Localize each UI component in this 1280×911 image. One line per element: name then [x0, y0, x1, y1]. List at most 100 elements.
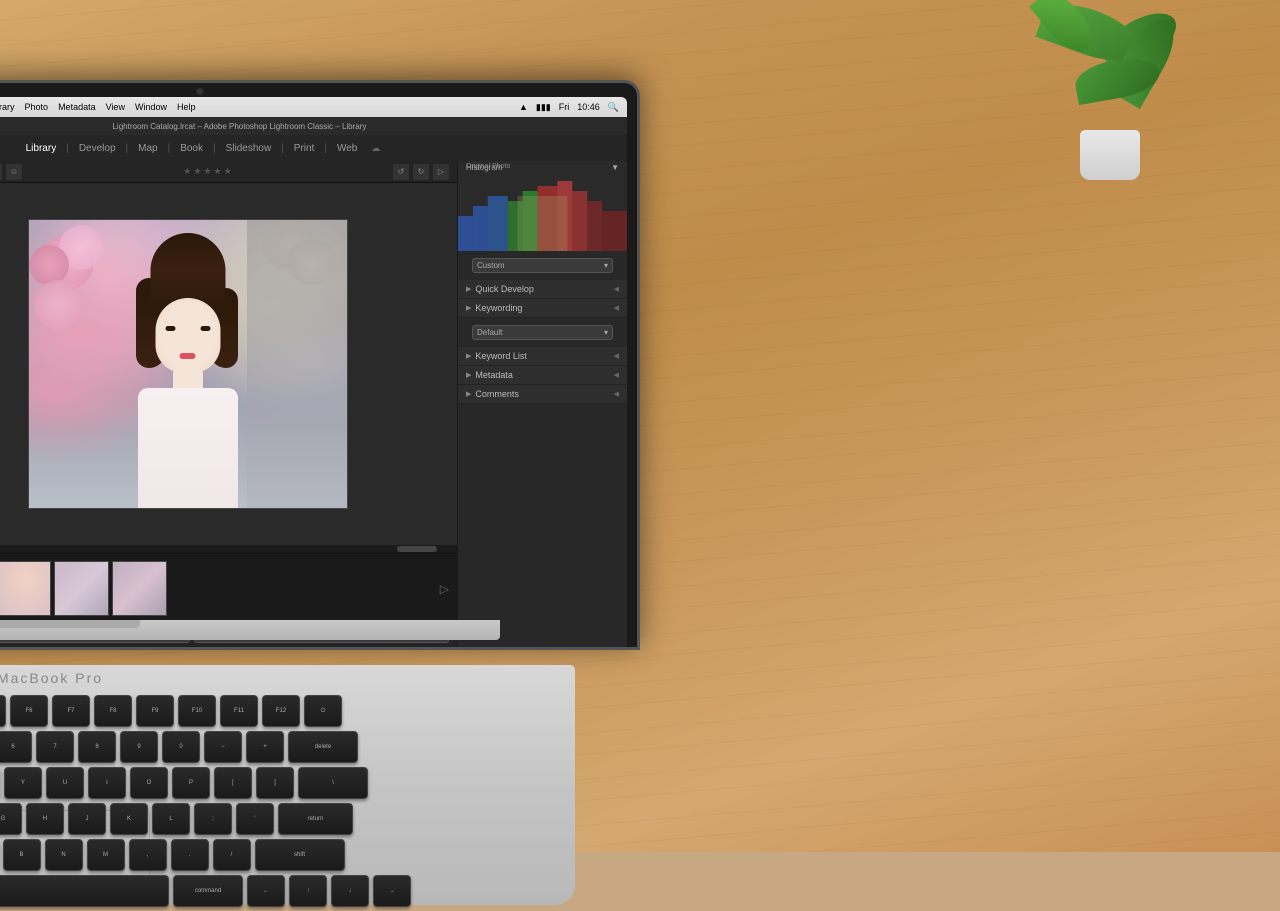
histogram-bars	[458, 181, 627, 251]
key-f11[interactable]: F11	[220, 695, 258, 727]
star-4[interactable]: ★	[214, 166, 222, 177]
star-1[interactable]: ★	[183, 166, 191, 177]
module-print[interactable]: Print	[288, 141, 321, 156]
metadata-row[interactable]: Metadata ◀	[458, 366, 627, 385]
macbook: 🍎 Lightroom Classic File Edit Library Ph…	[0, 50, 640, 852]
module-library[interactable]: Library	[20, 141, 63, 156]
key-row-qwerty: tab Q W E R T Y U I O P [ ] \	[0, 767, 525, 799]
key-command-right[interactable]: command	[173, 875, 243, 907]
key-0[interactable]: 0	[162, 731, 200, 763]
module-web[interactable]: Web	[331, 141, 363, 156]
filmstrip-thumb-2[interactable]	[0, 561, 51, 616]
key-p[interactable]: P	[172, 767, 210, 799]
key-backslash[interactable]: \	[298, 767, 368, 799]
photo-area	[0, 183, 457, 545]
left-eye	[165, 326, 175, 331]
scrollbar-thumb[interactable]	[397, 546, 437, 552]
key-row-asdf: caps lock A S D F G H J K L ; ' return	[0, 803, 525, 835]
key-l[interactable]: L	[152, 803, 190, 835]
default-selector[interactable]: Default ▾	[472, 325, 613, 340]
module-map[interactable]: Map	[132, 141, 163, 156]
custom-selector[interactable]: Custom ▾	[472, 258, 613, 273]
menu-window[interactable]: Window	[135, 102, 167, 113]
key-9[interactable]: 9	[120, 731, 158, 763]
filmstrip-thumb-4[interactable]	[112, 561, 167, 616]
filmstrip-thumb-3[interactable]	[54, 561, 109, 616]
histogram-arrow[interactable]: ▼	[611, 163, 619, 172]
key-quote[interactable]: '	[236, 803, 274, 835]
key-lbracket[interactable]: [	[214, 767, 252, 799]
key-minus[interactable]: −	[204, 731, 242, 763]
star-2[interactable]: ★	[193, 166, 201, 177]
key-u[interactable]: U	[46, 767, 84, 799]
leaf-5	[1072, 53, 1162, 105]
key-f7[interactable]: F7	[52, 695, 90, 727]
key-right-arrow[interactable]: →	[373, 875, 411, 907]
key-left-arrow[interactable]: ←	[247, 875, 285, 907]
lips	[180, 353, 196, 359]
menu-metadata[interactable]: Metadata	[58, 102, 96, 113]
key-f5[interactable]: F5	[0, 695, 6, 727]
rotate-right-btn[interactable]: ↻	[413, 164, 429, 180]
slideshow-btn[interactable]: ▷	[433, 164, 449, 180]
key-space[interactable]	[0, 875, 169, 907]
key-power[interactable]: ⏻	[304, 695, 342, 727]
keyword-list-row[interactable]: Keyword List ◀	[458, 347, 627, 366]
key-f9[interactable]: F9	[136, 695, 174, 727]
key-j[interactable]: J	[68, 803, 106, 835]
module-book[interactable]: Book	[174, 141, 209, 156]
comments-row[interactable]: Comments ◀	[458, 385, 627, 404]
menu-help[interactable]: Help	[177, 102, 196, 113]
key-rbracket[interactable]: ]	[256, 767, 294, 799]
key-return[interactable]: return	[278, 803, 353, 835]
histogram-label: Histogram	[466, 163, 502, 172]
macbook-label: MacBook Pro	[0, 670, 103, 686]
key-semicolon[interactable]: ;	[194, 803, 232, 835]
key-comma[interactable]: ,	[129, 839, 167, 871]
key-6[interactable]: 6	[0, 731, 32, 763]
star-5[interactable]: ★	[224, 166, 232, 177]
key-o[interactable]: O	[130, 767, 168, 799]
key-shift-right[interactable]: shift	[255, 839, 345, 871]
key-b[interactable]: B	[3, 839, 41, 871]
key-period[interactable]: .	[171, 839, 209, 871]
key-equals[interactable]: +	[246, 731, 284, 763]
key-n[interactable]: N	[45, 839, 83, 871]
key-i[interactable]: I	[88, 767, 126, 799]
star-3[interactable]: ★	[203, 166, 211, 177]
key-down-arrow[interactable]: ↓	[331, 875, 369, 907]
spotlight-icon[interactable]: 🔍	[608, 102, 619, 113]
key-up-arrow[interactable]: ↑	[289, 875, 327, 907]
main-photo	[28, 219, 348, 509]
keywording-row[interactable]: Keywording ◀	[458, 299, 627, 318]
keywording-arrow: ◀	[614, 304, 619, 312]
lr-titlebar: LrC Kiều Trường Lightroom Catalog.lrcat …	[0, 117, 627, 135]
menu-photo[interactable]: Photo	[25, 102, 49, 113]
quick-develop-row[interactable]: Quick Develop ◀	[458, 280, 627, 299]
key-f12[interactable]: F12	[262, 695, 300, 727]
key-delete[interactable]: delete	[288, 731, 358, 763]
key-8[interactable]: 8	[78, 731, 116, 763]
key-k[interactable]: K	[110, 803, 148, 835]
survey-view-btn[interactable]: ⊟	[0, 164, 2, 180]
filmstrip-right-arrow[interactable]: ▷	[440, 582, 449, 596]
key-f10[interactable]: F10	[178, 695, 216, 727]
key-m[interactable]: M	[87, 839, 125, 871]
key-7[interactable]: 7	[36, 731, 74, 763]
default-selector-wrapper: Default ▾	[464, 321, 621, 344]
key-g[interactable]: G	[0, 803, 22, 835]
people-view-btn[interactable]: ☺	[6, 164, 22, 180]
key-f6[interactable]: F6	[10, 695, 48, 727]
menu-view[interactable]: View	[106, 102, 125, 113]
background-wall	[247, 220, 347, 508]
menu-bar-right: ▲ ▮▮▮ Fri 10:46 🔍	[519, 102, 619, 113]
key-y[interactable]: Y	[4, 767, 42, 799]
menu-library[interactable]: Library	[0, 102, 15, 113]
module-slideshow[interactable]: Slideshow	[220, 141, 278, 156]
rotate-left-btn[interactable]: ↺	[393, 164, 409, 180]
filmstrip-scrollbar[interactable]	[0, 545, 457, 553]
key-f8[interactable]: F8	[94, 695, 132, 727]
module-develop[interactable]: Develop	[73, 141, 122, 156]
key-h[interactable]: H	[26, 803, 64, 835]
key-slash[interactable]: /	[213, 839, 251, 871]
